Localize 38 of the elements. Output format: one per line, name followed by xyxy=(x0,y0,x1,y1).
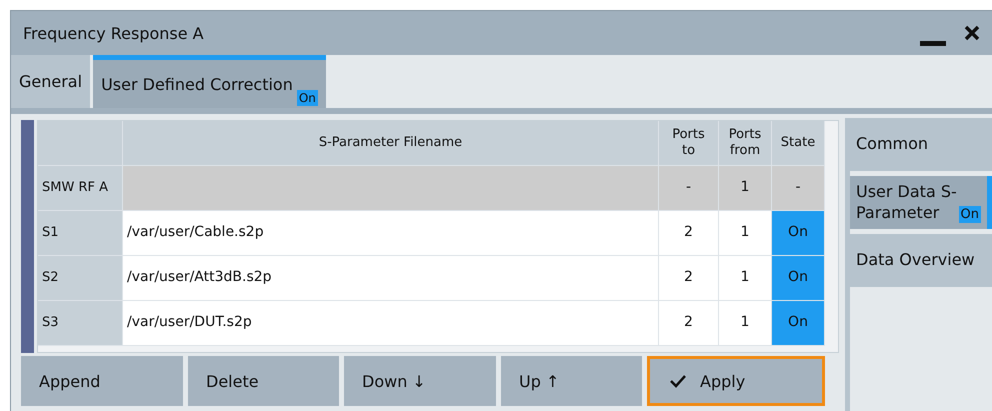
action-button[interactable]: Down ↓ xyxy=(344,356,496,406)
row-header: S1 xyxy=(38,211,123,256)
action-button[interactable]: Delete xyxy=(188,356,339,406)
sidebar-item[interactable]: Data Overview xyxy=(850,234,992,287)
action-button[interactable]: Append xyxy=(21,356,183,406)
column-header: State xyxy=(772,121,825,166)
status-badge: On xyxy=(958,206,981,223)
table-cell: 2 xyxy=(659,256,719,301)
column-header: S-Parameter Filename xyxy=(123,121,659,166)
state-cell: - xyxy=(772,166,825,211)
state-cell[interactable]: On xyxy=(772,211,825,256)
sidebar-item[interactable]: User Data S-Parameter On xyxy=(850,176,992,229)
table-cell: 1 xyxy=(719,301,772,346)
row-header: S3 xyxy=(38,301,123,346)
status-badge: On xyxy=(296,90,318,106)
action-button[interactable]: Up ↑ xyxy=(501,356,642,406)
column-header: Ports from xyxy=(719,121,772,166)
state-cell[interactable]: On xyxy=(772,256,825,301)
check-icon xyxy=(670,374,686,388)
filename-cell[interactable]: /var/user/Cable.s2p xyxy=(123,211,659,256)
state-cell[interactable]: On xyxy=(772,301,825,346)
table-cell: 1 xyxy=(719,256,772,301)
filename-cell[interactable]: /var/user/DUT.s2p xyxy=(123,301,659,346)
table-cell: 2 xyxy=(659,211,719,256)
tab[interactable]: General xyxy=(11,55,90,108)
close-icon[interactable] xyxy=(964,25,980,41)
tab[interactable]: User Defined Correction On xyxy=(93,55,326,108)
filename-cell[interactable]: /var/user/Att3dB.s2p xyxy=(123,256,659,301)
row-header: SMW RF A xyxy=(38,166,123,211)
column-header: Ports to xyxy=(659,121,719,166)
table-cell: - xyxy=(659,166,719,211)
table-cell: 2 xyxy=(659,301,719,346)
table-cell: 1 xyxy=(719,211,772,256)
window-title: Frequency Response A xyxy=(23,24,205,42)
table-cell: 1 xyxy=(719,166,772,211)
sidebar-item[interactable]: Common xyxy=(850,118,992,171)
row-header: S2 xyxy=(38,256,123,301)
apply-button[interactable]: Apply xyxy=(647,356,825,406)
